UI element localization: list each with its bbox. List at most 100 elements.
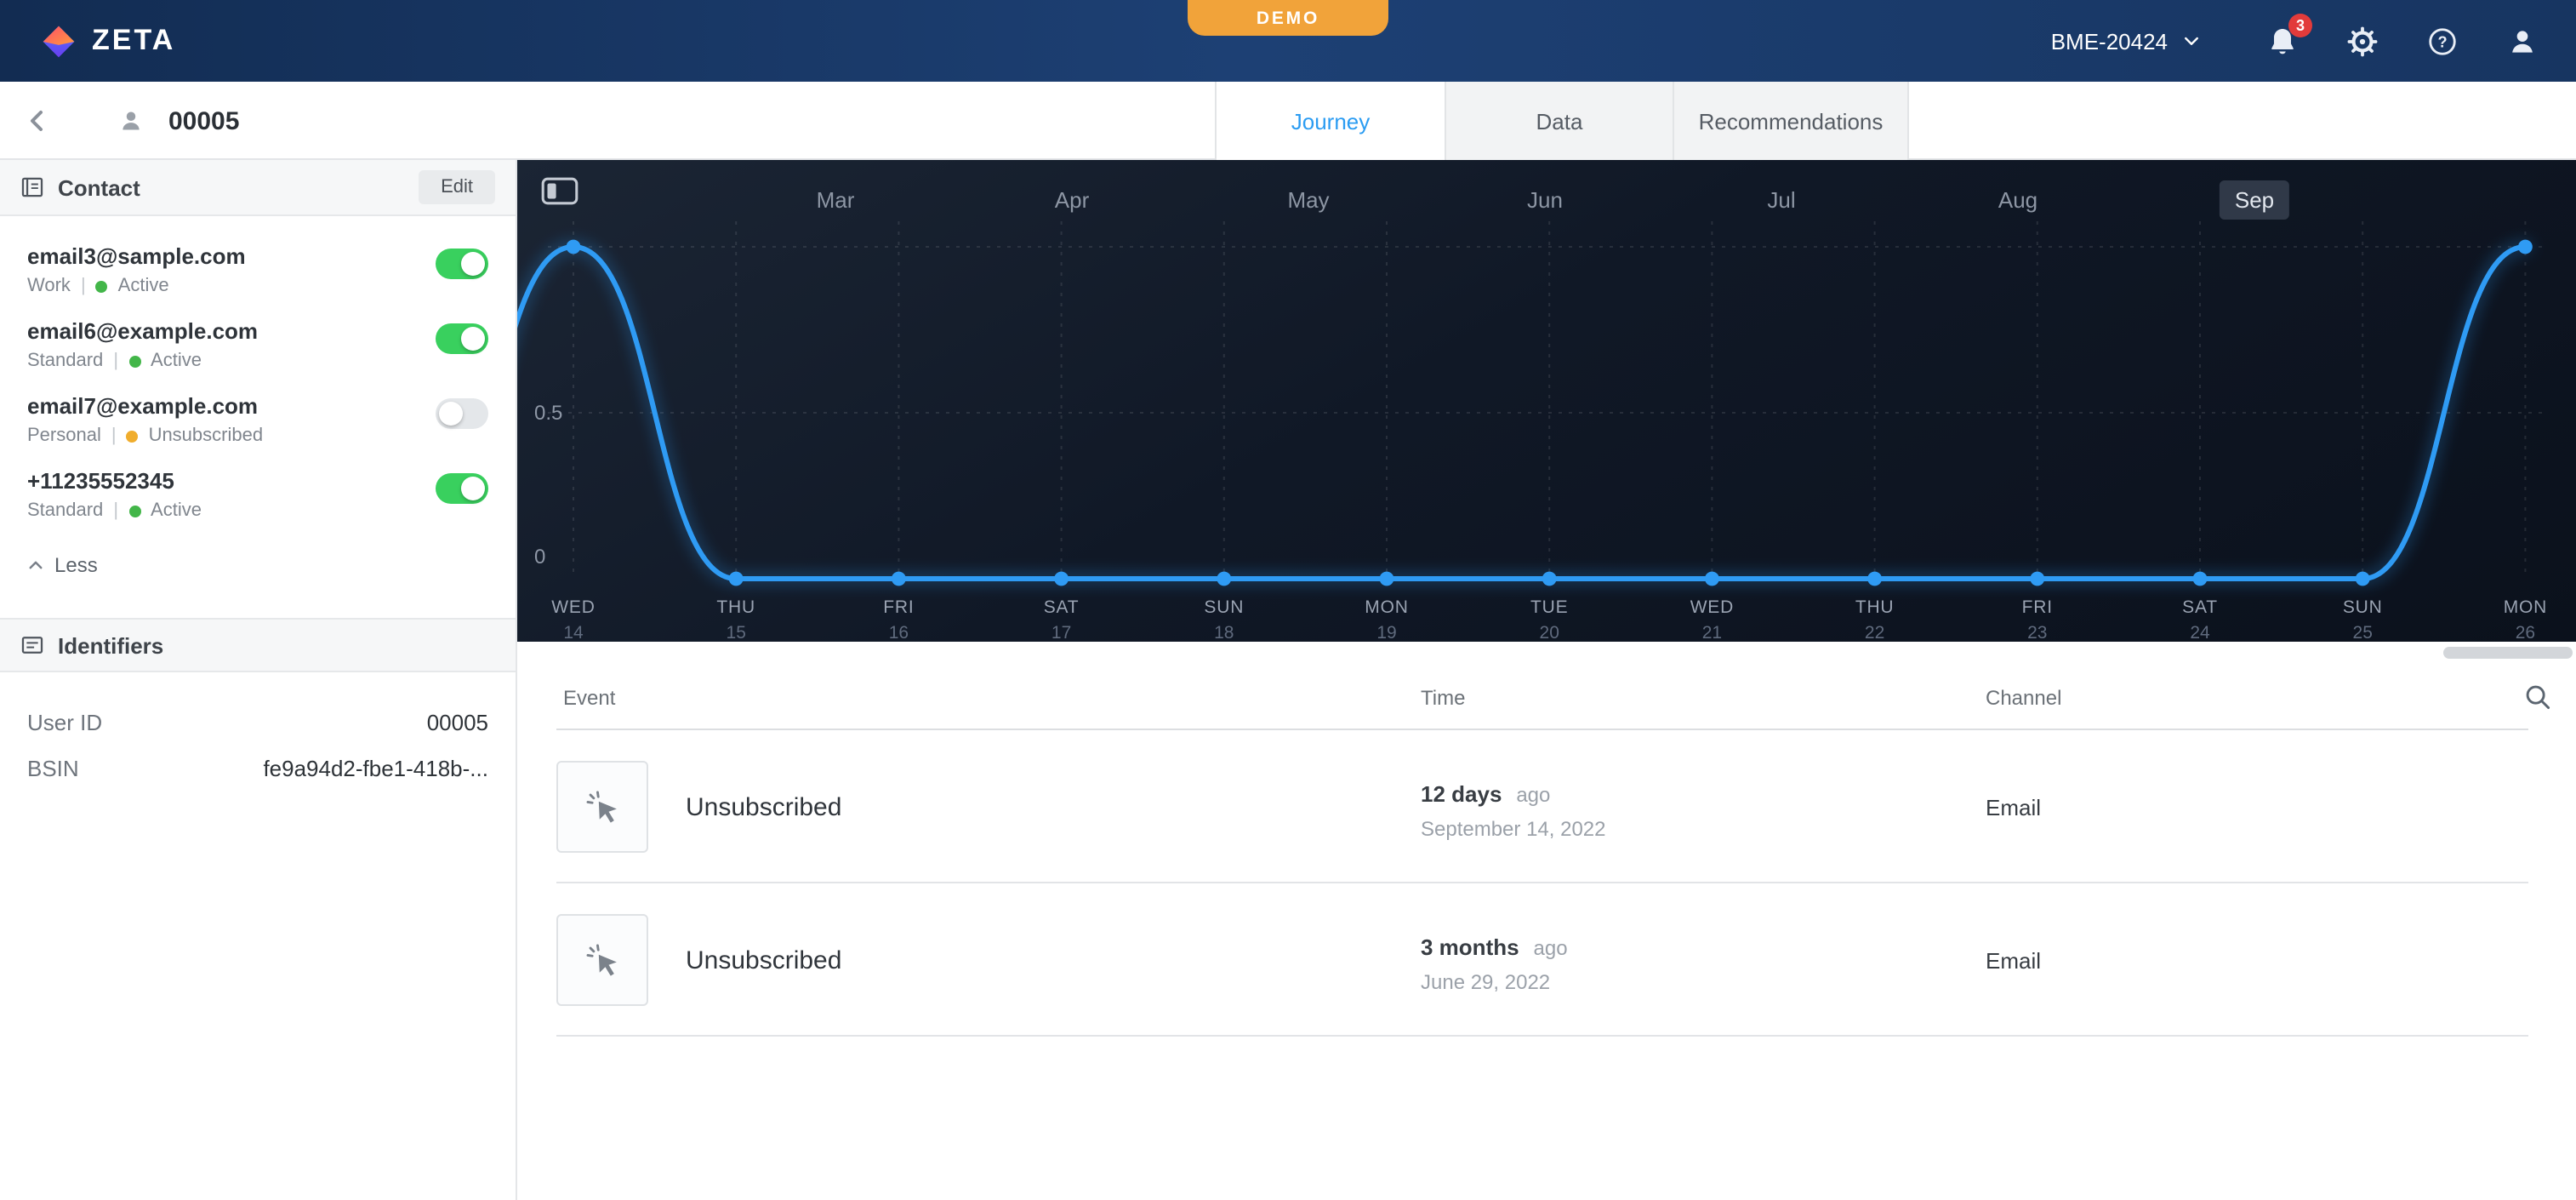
app-root: ZETA DEMO BME-20424 3 [0,0,2576,1200]
month-label[interactable]: Jun [1512,180,1578,220]
identifiers-section-title: Identifiers [58,632,163,658]
contact-status: Unsubscribed [149,426,264,446]
svg-text:SUN: SUN [2343,597,2383,617]
svg-text:SUN: SUN [1204,597,1244,617]
svg-text:22: 22 [1865,623,1884,642]
search-icon [2523,683,2552,711]
svg-text:16: 16 [889,623,909,642]
svg-text:SAT: SAT [1044,597,1080,617]
identifier-label: User ID [27,710,102,735]
notifications-button[interactable]: 3 [2265,24,2299,58]
event-icon-box [556,914,648,1006]
svg-text:14: 14 [563,623,584,642]
contact-item: email7@example.com Personal | Unsubscrib… [27,383,488,458]
contact-item: email3@sample.com Work | Active [27,233,488,308]
contact-card-icon [20,175,44,199]
tab-data[interactable]: Data [1445,82,1673,160]
contact-item: +11235552345 Standard | Active [27,458,488,533]
cursor-click-icon [583,940,622,980]
contact-separator: | [113,351,118,371]
chart-scrollbar[interactable] [2443,647,2573,659]
contact-toggle[interactable] [436,323,488,354]
svg-text:19: 19 [1376,623,1396,642]
tab-journey[interactable]: Journey [1215,82,1445,160]
month-label[interactable]: Apr [1040,180,1104,220]
account-selector[interactable]: BME-20424 [2051,28,2202,54]
demo-badge[interactable]: DEMO [1188,0,1388,36]
event-channel: Email [1986,795,2041,820]
identifier-row: User ID 00005 [27,710,488,735]
status-dot [128,355,140,367]
svg-text:MON: MON [1365,597,1408,617]
status-dot [96,280,108,292]
record-header: 00005 Journey Data Recommendations [0,82,2576,160]
event-time-relative: 12 days [1421,781,1502,807]
person-icon [2505,25,2538,57]
contact-section-title: Contact [58,174,140,200]
identifier-list: User ID 00005 BSIN fe9a94d2-fbe1-418b-..… [0,672,516,781]
identifiers-section-header: Identifiers [0,618,516,672]
top-navigation-bar: ZETA DEMO BME-20424 3 [0,0,2576,82]
event-time-suffix: ago [1516,783,1550,807]
contact-type: Personal [27,426,101,446]
search-events-button[interactable] [2523,683,2552,711]
month-label[interactable]: Jul [1752,180,1810,220]
notification-badge: 3 [2288,14,2312,37]
back-button[interactable] [24,107,51,134]
contact-toggle[interactable] [436,473,488,504]
svg-text:23: 23 [2027,623,2047,642]
svg-text:17: 17 [1051,623,1071,642]
collapse-label: Less [54,553,98,577]
event-row[interactable]: Unsubscribed 3 months ago June 29, 2022 … [517,883,2576,1037]
column-time: Time [1421,686,1465,710]
svg-text:?: ? [2436,33,2446,50]
account-label: BME-20424 [2051,28,2168,54]
identifier-value: 00005 [427,710,488,735]
toggle-knob [461,477,485,500]
column-channel: Channel [1986,686,2061,710]
event-date: September 14, 2022 [1421,817,1606,841]
identifier-row: BSIN fe9a94d2-fbe1-418b-... [27,756,488,781]
event-row[interactable]: Unsubscribed 12 days ago September 14, 2… [517,730,2576,883]
contact-list: email3@sample.com Work | Active email6@e… [0,216,516,533]
journey-timeline-chart: WED14THU15FRI16SAT17SUN18MON19TUE20WED21… [517,160,2576,642]
toggle-knob [461,327,485,351]
profile-button[interactable] [2505,24,2539,58]
chevron-up-icon [27,557,44,574]
contact-toggle[interactable] [436,249,488,279]
event-name: Unsubscribed [686,946,841,975]
event-time-relative: 3 months [1421,934,1519,960]
settings-button[interactable] [2345,24,2379,58]
chart-scroll-track [517,642,2576,664]
help-icon: ? [2425,25,2458,57]
column-event: Event [563,686,615,710]
month-label[interactable]: Aug [1983,180,2053,220]
record-tabs: Journey Data Recommendations [1215,82,1909,160]
edit-contact-button[interactable]: Edit [419,170,495,204]
chevron-left-icon [24,107,51,134]
contact-type: Standard [27,351,103,371]
contact-toggle[interactable] [436,398,488,429]
event-icon-box [556,761,648,853]
contact-section-header: Contact Edit [0,160,516,216]
tab-recommendations[interactable]: Recommendations [1673,82,1909,160]
svg-text:FRI: FRI [2022,597,2053,617]
brand-name: ZETA [92,24,175,58]
contact-value: +11235552345 [27,468,488,495]
contact-item: email6@example.com Standard | Active [27,308,488,383]
month-label[interactable]: May [1272,180,1344,220]
month-label[interactable]: Sep [2220,180,2289,220]
contact-type: Work [27,276,71,296]
month-label[interactable]: Mar [801,180,870,220]
chevron-down-icon [2181,31,2202,51]
svg-text:21: 21 [1702,623,1722,642]
svg-text:MON: MON [2504,597,2547,617]
svg-text:THU: THU [1855,597,1895,617]
event-date: June 29, 2022 [1421,970,1568,994]
svg-text:TUE: TUE [1530,597,1568,617]
toggle-knob [439,402,463,426]
zeta-brand[interactable]: ZETA [0,23,175,59]
collapse-contacts-button[interactable]: Less [0,533,516,597]
help-button[interactable]: ? [2425,24,2459,58]
svg-text:THU: THU [716,597,755,617]
